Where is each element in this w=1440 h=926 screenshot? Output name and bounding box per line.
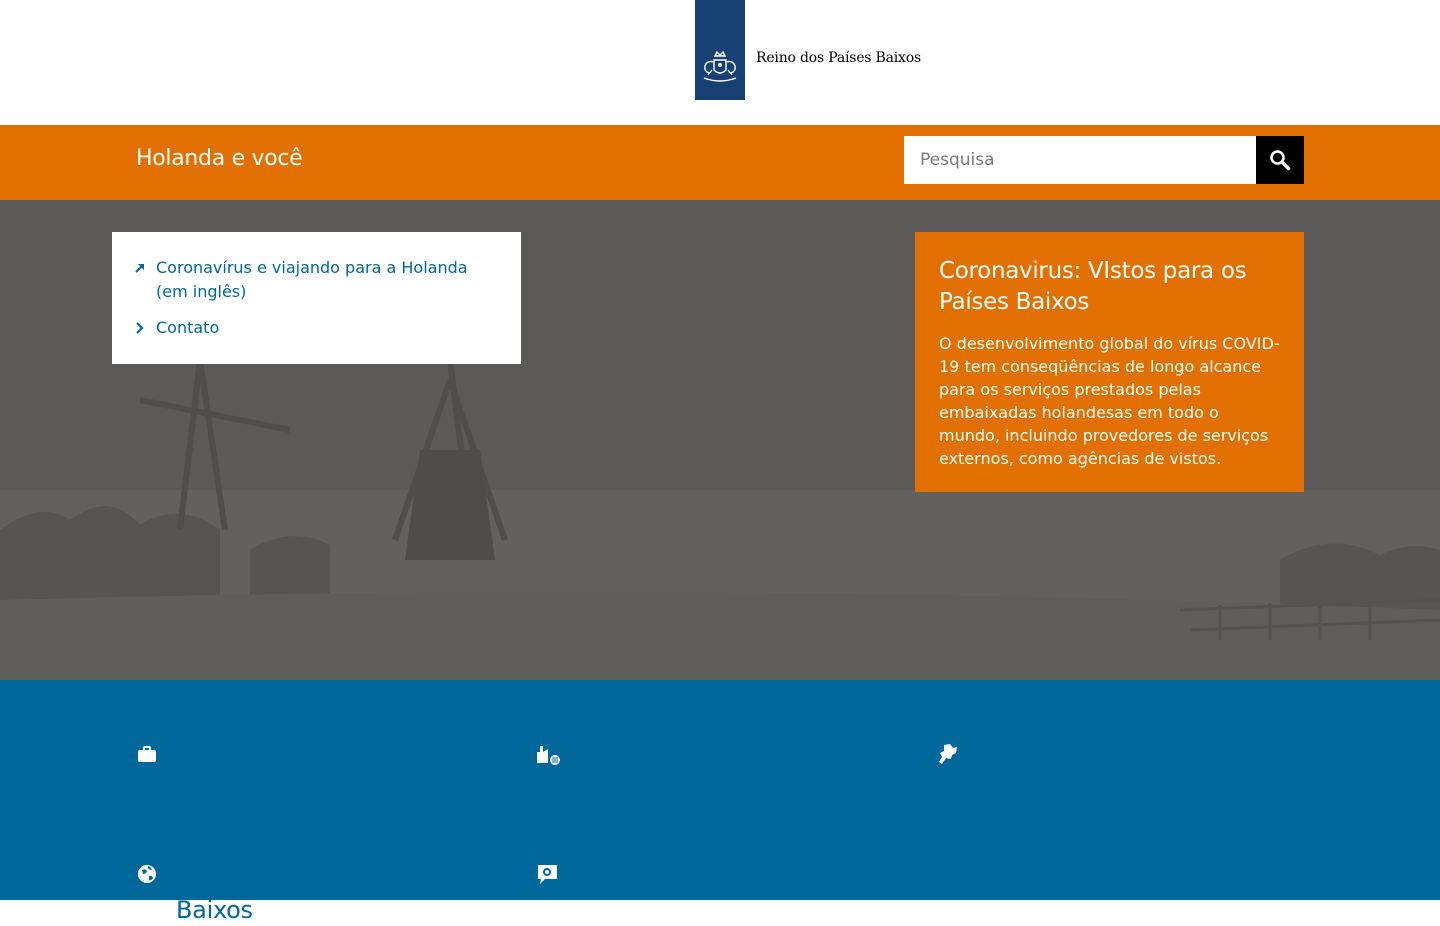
search-input[interactable] [904, 136, 1256, 184]
category-contato[interactable]: Contato [538, 862, 916, 894]
masthead: Reino dos Países Baixos [0, 0, 1440, 125]
site-title[interactable]: Holanda e você [136, 146, 303, 171]
category-seu-pais[interactable]: O seu país & os Países Baixos [138, 862, 516, 926]
chat-icon [538, 865, 557, 884]
promo-title[interactable]: Coronavirus: VIstos para os Países Baixo… [939, 256, 1280, 318]
search-button[interactable] [1256, 136, 1304, 184]
government-logo[interactable] [695, 0, 745, 100]
category-title[interactable]: Viajar & viver [176, 743, 516, 775]
category-viajar-viver[interactable]: Viajar & viver Esteja bem preparado para… [138, 743, 516, 823]
category-text: Para empresários que fazem negócios nos … [576, 779, 915, 821]
factory-icon [537, 746, 560, 765]
briefcase-icon [138, 746, 156, 762]
category-title[interactable]: Contato [576, 862, 916, 894]
category-text: Saiba mais sobre os Países Baixos, Aruba… [976, 779, 1312, 821]
promo-coronavirus-visas[interactable]: Coronavirus: VIstos para os Países Baixo… [915, 232, 1304, 492]
external-arrow-icon [135, 264, 144, 273]
category-title[interactable]: O seu país & os Países Baixos [176, 862, 516, 926]
category-negocios[interactable]: Negócios Para empresários que fazem negó… [537, 743, 916, 823]
logo-text[interactable]: Reino dos Países Baixos [756, 50, 921, 66]
category-title[interactable]: Negócios [576, 743, 916, 775]
quicklink-coronavirus[interactable]: Coronavírus e viajando para a Holanda (e… [134, 256, 499, 304]
coat-of-arms-icon [703, 50, 737, 82]
search-icon [1270, 150, 1291, 171]
globe-icon [138, 865, 156, 883]
chevron-right-icon [136, 322, 144, 334]
category-title[interactable]: Sobre o Reino [976, 743, 1316, 775]
quicklink-label: Coronavírus e viajando para a Holanda (e… [156, 258, 468, 301]
quicklink-label: Contato [156, 318, 220, 337]
quicklinks-panel: Coronavírus e viajando para a Holanda (e… [112, 232, 521, 364]
map-icon [939, 744, 957, 764]
category-sobre-o-reino[interactable]: Sobre o Reino Saiba mais sobre os Países… [939, 743, 1316, 823]
category-text: Esteja bem preparado para a sua estadia … [176, 779, 507, 821]
promo-text: O desenvolvimento global do vírus COVID-… [939, 334, 1280, 468]
quicklink-contato[interactable]: Contato [134, 316, 499, 340]
